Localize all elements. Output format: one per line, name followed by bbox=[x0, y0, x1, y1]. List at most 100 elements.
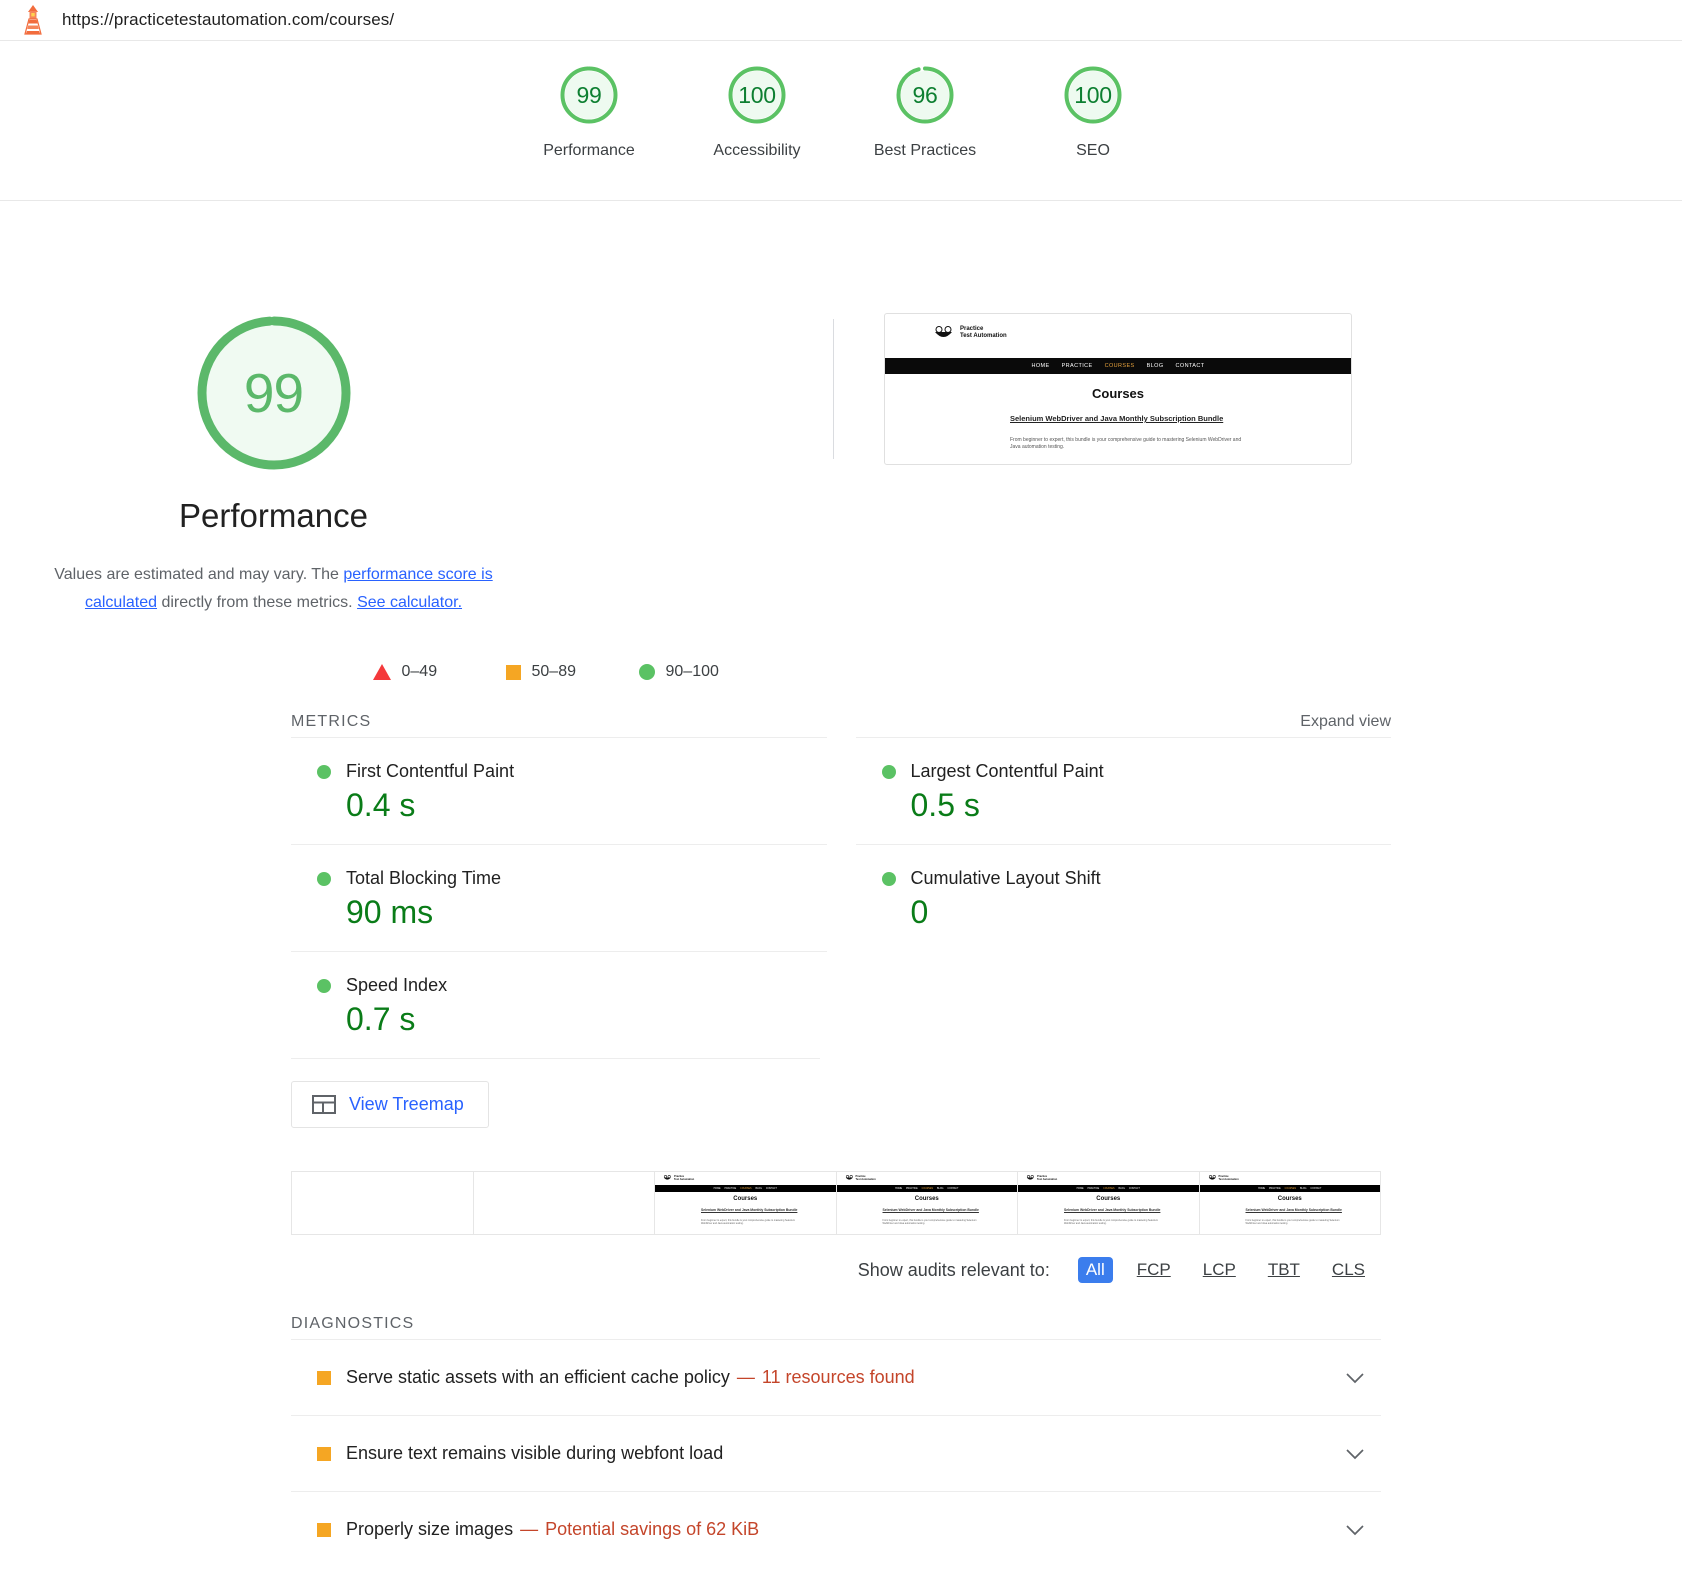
category-score-block: 99 Performance Values are estimated and … bbox=[0, 313, 545, 617]
logo-line-2: Test Automation bbox=[960, 333, 1007, 339]
score-label: SEO bbox=[1076, 142, 1110, 159]
legend-item-pass: 90–100 bbox=[638, 663, 772, 681]
nav-item-home: HOME bbox=[713, 1187, 721, 1190]
legend-range-average: 50–89 bbox=[531, 663, 577, 680]
diagnostic-row-webfont-load[interactable]: Ensure text remains visible during webfo… bbox=[291, 1415, 1381, 1491]
legend-range-fail: 0–49 bbox=[401, 663, 438, 680]
gauge-ring-performance: 99 bbox=[557, 63, 621, 127]
nav-item-courses: COURSES bbox=[740, 1187, 752, 1190]
diagnostic-subtitle: 11 resources found bbox=[761, 1367, 915, 1387]
score-gauge-best-practices[interactable]: 96 Best Practices bbox=[841, 63, 1009, 160]
score-gauge-performance[interactable]: 99 Performance bbox=[505, 63, 673, 160]
nav-item-blog: BLOG bbox=[1118, 1187, 1125, 1190]
nav-item-blog: BLOG bbox=[1146, 363, 1164, 369]
performance-category-panel: 99 Performance Values are estimated and … bbox=[0, 201, 1682, 1567]
expand-view-button[interactable]: Expand view bbox=[1300, 713, 1391, 731]
audit-filter-chip-cls[interactable]: CLS bbox=[1324, 1257, 1373, 1283]
legend-item-fail: 0–49 bbox=[372, 663, 506, 681]
metric-label: Speed Index bbox=[346, 975, 448, 995]
url-text[interactable]: https://practicetestautomation.com/cours… bbox=[62, 10, 394, 30]
score-value: 100 bbox=[1074, 81, 1112, 108]
filmstrip-frame[interactable] bbox=[473, 1172, 655, 1234]
status-dot-pass bbox=[881, 871, 896, 886]
logo-line-1: Practice bbox=[960, 326, 984, 332]
mini-site-logo: Practice Test Automation bbox=[663, 1175, 694, 1181]
audit-filter-label: Show audits relevant to: bbox=[857, 1259, 1050, 1280]
filmstrip-frame[interactable]: Practice Test Automation HOME PRACTICE C… bbox=[1199, 1172, 1381, 1234]
url-bar: https://practicetestautomation.com/cours… bbox=[0, 0, 1682, 41]
metrics-section: METRICS Expand view First Contentful Pai… bbox=[291, 713, 1391, 1128]
diagnostics-section-header: DIAGNOSTICS bbox=[291, 1315, 1391, 1333]
mini-site-nav: HOME PRACTICE COURSES BLOG CONTACT bbox=[655, 1185, 836, 1192]
metric-total-blocking-time[interactable]: Total Blocking Time 90 ms bbox=[291, 844, 827, 951]
diagnostic-subtitle: Potential savings of 62 KiB bbox=[545, 1519, 760, 1539]
metrics-grid: First Contentful Paint 0.4 s Total Block… bbox=[291, 737, 1391, 1128]
gauge-ring-best-practices: 96 bbox=[893, 63, 957, 127]
category-description: Values are estimated and may vary. The p… bbox=[39, 561, 509, 617]
metric-largest-contentful-paint[interactable]: Largest Contentful Paint 0.5 s bbox=[855, 737, 1391, 844]
metrics-title: METRICS bbox=[291, 713, 372, 730]
nav-item-home: HOME bbox=[895, 1187, 903, 1190]
logo-line-2: Test Automation bbox=[1037, 1178, 1058, 1181]
score-label: Accessibility bbox=[713, 142, 801, 159]
score-gauge-accessibility[interactable]: 100 Accessibility bbox=[673, 63, 841, 160]
treemap-row: View Treemap bbox=[291, 1058, 820, 1128]
metric-cumulative-layout-shift[interactable]: Cumulative Layout Shift 0 bbox=[855, 844, 1391, 951]
metric-value: 0.4 s bbox=[346, 787, 416, 823]
metric-label: Total Blocking Time bbox=[346, 868, 502, 888]
mini-heading: Courses bbox=[1277, 1196, 1302, 1202]
audit-filter-row: Show audits relevant to: All FCP LCP TBT… bbox=[291, 1257, 1381, 1283]
audit-filter-chip-tbt[interactable]: TBT bbox=[1260, 1257, 1308, 1283]
metrics-column-left: First Contentful Paint 0.4 s Total Block… bbox=[291, 737, 827, 1128]
triangle-fail-icon bbox=[372, 664, 391, 680]
metric-label: First Contentful Paint bbox=[346, 761, 515, 781]
metric-value: 90 ms bbox=[346, 894, 434, 930]
audit-filter-chip-all[interactable]: All bbox=[1077, 1257, 1113, 1283]
nav-item-home: HOME bbox=[1076, 1187, 1084, 1190]
thumbnail-heading: Courses bbox=[1091, 386, 1145, 401]
chevron-down-icon[interactable] bbox=[1345, 1372, 1365, 1384]
mini-subheading: Selenium WebDriver and Java Monthly Subs… bbox=[882, 1208, 979, 1212]
nav-item-contact: CONTACT bbox=[1310, 1187, 1322, 1190]
nav-item-blog: BLOG bbox=[755, 1187, 762, 1190]
mini-site-logo: Practice Test Automation bbox=[1026, 1175, 1057, 1181]
screenshot-filmstrip: Practice Test Automation HOME PRACTICE C… bbox=[291, 1171, 1381, 1235]
nav-item-contact: CONTACT bbox=[1175, 363, 1205, 369]
status-dot-pass bbox=[317, 764, 331, 779]
lighthouse-icon bbox=[24, 5, 42, 35]
view-treemap-button[interactable]: View Treemap bbox=[291, 1081, 489, 1128]
gauge-ring-seo: 100 bbox=[1061, 63, 1125, 127]
diagnostic-row-cache-policy[interactable]: Serve static assets with an efficient ca… bbox=[291, 1339, 1381, 1415]
status-square-average bbox=[317, 1446, 331, 1461]
diagnostics-section: DIAGNOSTICS bbox=[291, 1315, 1391, 1333]
chevron-down-icon[interactable] bbox=[1345, 1524, 1365, 1536]
nav-item-home: HOME bbox=[1258, 1187, 1266, 1190]
nav-item-practice: PRACTICE bbox=[906, 1187, 918, 1190]
metric-speed-index[interactable]: Speed Index 0.7 s bbox=[291, 951, 827, 1058]
legend-item-average: 50–89 bbox=[505, 663, 639, 681]
status-square-average bbox=[317, 1522, 331, 1537]
page-screenshot-thumbnail[interactable]: Practice Test Automation HOME PRACTICE C… bbox=[884, 313, 1352, 617]
logo-line-2: Test Automation bbox=[674, 1178, 695, 1181]
metric-first-contentful-paint[interactable]: First Contentful Paint 0.4 s bbox=[291, 737, 827, 844]
score-gauge-seo[interactable]: 100 SEO bbox=[1009, 63, 1177, 160]
chevron-down-icon[interactable] bbox=[1345, 1448, 1365, 1460]
metric-value: 0.7 s bbox=[346, 1001, 416, 1037]
status-dot-pass bbox=[317, 871, 331, 886]
diagnostics-list: Serve static assets with an efficient ca… bbox=[291, 1339, 1381, 1567]
audit-filter-chip-lcp[interactable]: LCP bbox=[1195, 1257, 1244, 1283]
audit-filter-chip-fcp[interactable]: FCP bbox=[1129, 1257, 1179, 1283]
mini-heading: Courses bbox=[914, 1196, 939, 1202]
filmstrip-frame[interactable]: Practice Test Automation HOME PRACTICE C… bbox=[1018, 1172, 1200, 1234]
diagnostic-row-size-images[interactable]: Properly size images — Potential savings… bbox=[291, 1491, 1381, 1567]
filmstrip-frame[interactable]: Practice Test Automation HOME PRACTICE C… bbox=[655, 1172, 837, 1234]
score-scale-legend: 0–49 50–89 90–100 bbox=[0, 663, 1682, 681]
nav-item-contact: CONTACT bbox=[947, 1187, 959, 1190]
filmstrip-frame[interactable] bbox=[292, 1172, 474, 1234]
score-value: 99 bbox=[576, 81, 602, 108]
gauge-ring-performance-large: 99 bbox=[194, 313, 354, 473]
filmstrip-frame[interactable]: Practice Test Automation HOME PRACTICE C… bbox=[836, 1172, 1018, 1234]
see-calculator-link[interactable]: See calculator. bbox=[357, 594, 462, 611]
metric-value: 0.5 s bbox=[910, 787, 980, 823]
glasses-icon bbox=[1026, 1175, 1034, 1180]
